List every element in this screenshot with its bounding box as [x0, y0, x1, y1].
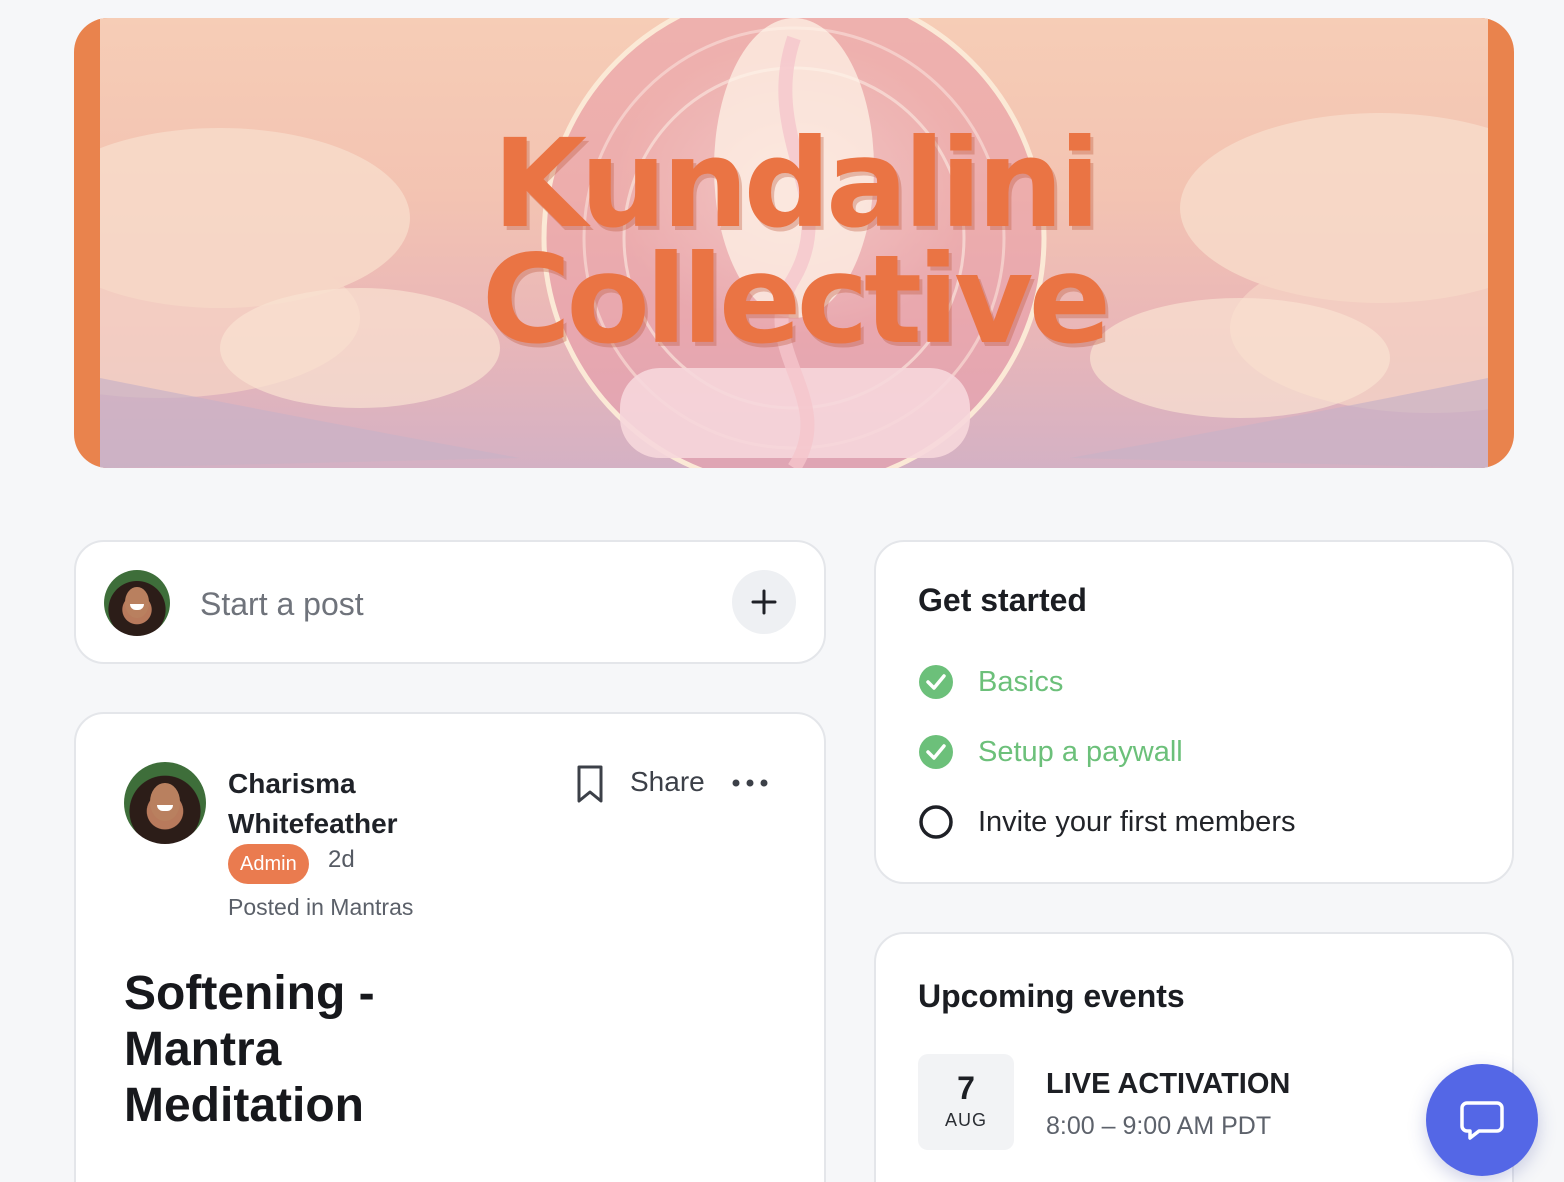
- banner-title: Kundalini Collective: [100, 113, 1488, 371]
- author-name[interactable]: Charisma Whitefeather: [228, 764, 468, 844]
- posted-in-label[interactable]: Posted in Mantras: [228, 894, 413, 921]
- chat-bubble-icon: [1460, 1101, 1504, 1140]
- event-day: 7: [957, 1070, 975, 1106]
- upcoming-events-card: Upcoming events 7 AUG LIVE ACTIVATION 8:…: [874, 932, 1514, 1182]
- checklist-item-invite[interactable]: Invite your first members: [918, 802, 1295, 842]
- post-composer: [74, 540, 826, 664]
- banner-title-line1: Kundalini: [492, 113, 1100, 255]
- checklist-label: Invite your first members: [978, 805, 1296, 838]
- event-title[interactable]: LIVE ACTIVATION: [1046, 1068, 1290, 1101]
- community-banner: Kundalini Collective: [74, 18, 1514, 468]
- user-avatar[interactable]: [104, 570, 170, 636]
- share-button[interactable]: Share: [630, 766, 705, 798]
- admin-badge: Admin: [228, 844, 309, 884]
- post-title[interactable]: Softening - Mantra Meditation: [124, 966, 524, 1134]
- post-card[interactable]: Charisma Whitefeather Admin 2d Posted in…: [74, 712, 826, 1182]
- add-post-button[interactable]: [732, 570, 796, 634]
- start-post-input[interactable]: [200, 582, 720, 626]
- checklist-item-basics[interactable]: Basics: [918, 662, 1063, 702]
- upcoming-events-heading: Upcoming events: [918, 978, 1185, 1014]
- post-timestamp: 2d: [328, 846, 355, 873]
- checklist-label: Basics: [978, 665, 1064, 698]
- get-started-heading: Get started: [918, 582, 1087, 618]
- community-page: Kundalini Collective Charisma Whitefeath…: [0, 0, 1564, 1182]
- bookmark-icon[interactable]: [572, 764, 608, 804]
- get-started-card: Get started Basics Setup a paywall Invit…: [874, 540, 1514, 884]
- chat-button[interactable]: [1426, 1064, 1538, 1176]
- empty-circle-icon: [919, 805, 953, 839]
- checklist-item-paywall[interactable]: Setup a paywall: [918, 732, 1183, 772]
- author-avatar[interactable]: [124, 762, 206, 844]
- event-time: 8:00 – 9:00 AM PDT: [1046, 1112, 1272, 1140]
- banner-title-line2: Collective: [481, 229, 1111, 371]
- event-month: AUG: [944, 1110, 987, 1130]
- checklist-label: Setup a paywall: [978, 735, 1183, 768]
- more-horizontal-icon[interactable]: [728, 768, 772, 798]
- banner-artwork: Kundalini Collective: [100, 18, 1488, 468]
- event-date: 7 AUG: [918, 1054, 1014, 1150]
- check-circle-icon: [919, 735, 953, 769]
- plus-icon: [751, 589, 777, 615]
- check-circle-icon: [919, 665, 953, 699]
